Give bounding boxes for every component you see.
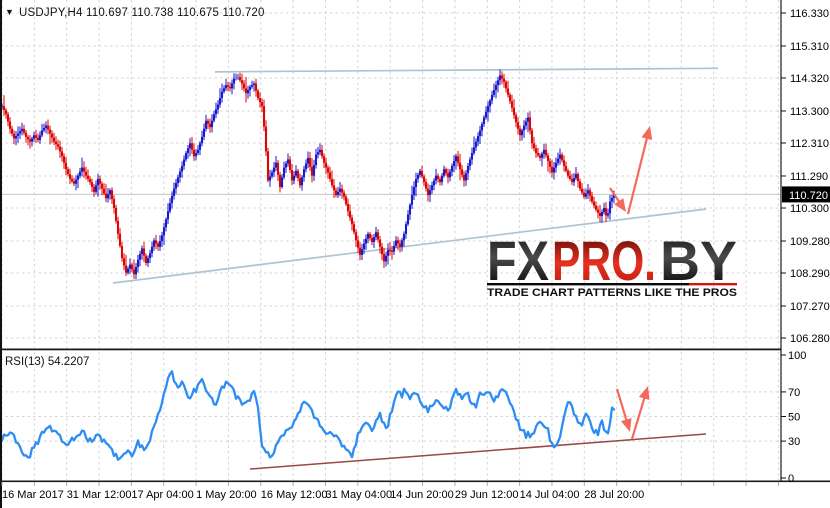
logo-underline-black bbox=[487, 283, 689, 286]
logo-fx-text: FX bbox=[487, 229, 549, 292]
price-axis[interactable]: 116.330 115.310 114.320 113.300 112.310 111.2… bbox=[781, 8, 830, 345]
rsi-indicator-label: RSI(13) 54.2207 bbox=[5, 356, 89, 368]
chart-window: FX PRO. BY TRADE CHART PATTERNS LIKE THE… bbox=[0, 0, 830, 508]
chart-title-ohlc: USDJPY,H4 110.697 110.738 110.675 110.72… bbox=[19, 7, 265, 19]
y-axis-label: 112.310 bbox=[790, 138, 829, 150]
x-axis-label: 17 Apr 04:00 bbox=[131, 489, 193, 501]
x-axis-label: 16 Mar 2017 bbox=[2, 489, 64, 501]
y-axis-label: 113.300 bbox=[790, 106, 829, 118]
chart-canvas[interactable]: FX PRO. BY TRADE CHART PATTERNS LIKE THE… bbox=[0, 0, 830, 508]
x-axis-label: 14 Jun 20:00 bbox=[390, 489, 454, 501]
rsi-series bbox=[0, 370, 616, 461]
logo-pro-text: PRO. bbox=[552, 229, 656, 292]
rsi-axis-label: 70 bbox=[788, 387, 800, 399]
x-axis-label: 16 May 12:00 bbox=[261, 489, 328, 501]
rsi-axis[interactable]: 100 70 50 30 0 bbox=[781, 350, 806, 485]
rsi-axis-label: 0 bbox=[788, 473, 794, 485]
symbol-dropdown-icon[interactable]: ▼ bbox=[5, 7, 14, 17]
x-axis-label: 1 May 20:00 bbox=[196, 489, 257, 501]
rsi-axis-label: 100 bbox=[788, 350, 806, 362]
x-axis-label: 28 Jul 20:00 bbox=[584, 489, 644, 501]
y-axis-label: 109.280 bbox=[790, 236, 830, 248]
x-axis-label: 14 Jul 04:00 bbox=[520, 489, 580, 501]
rsi-axis-label: 50 bbox=[788, 412, 800, 424]
y-axis-label: 116.330 bbox=[790, 8, 829, 20]
x-axis-label: 31 May 04:00 bbox=[326, 489, 393, 501]
rsi-axis-label: 30 bbox=[788, 436, 800, 448]
x-axis-label: 31 Mar 12:00 bbox=[67, 489, 132, 501]
panel-divider bbox=[0, 348, 781, 351]
y-axis-label: 106.280 bbox=[790, 333, 830, 345]
logo-tagline: TRADE CHART PATTERNS LIKE THE PROS bbox=[487, 287, 737, 299]
bottom-axis-border bbox=[0, 480, 830, 483]
y-axis-label: 111.290 bbox=[790, 171, 828, 183]
y-axis-label: 108.290 bbox=[790, 268, 830, 280]
logo-by-text: BY bbox=[660, 229, 737, 292]
x-axis-label: 29 Jun 12:00 bbox=[455, 489, 519, 501]
y-axis-label: 107.270 bbox=[790, 301, 830, 313]
time-axis[interactable]: 16 Mar 2017 31 Mar 12:00 17 Apr 04:00 1 May… bbox=[1, 482, 779, 501]
y-axis-label: 115.310 bbox=[790, 41, 829, 53]
y-axis-label: 110.300 bbox=[790, 203, 829, 215]
left-border bbox=[0, 0, 2, 508]
y-axis-label: 114.320 bbox=[790, 73, 829, 85]
watermark-logo: FX PRO. BY TRADE CHART PATTERNS LIKE THE… bbox=[487, 229, 737, 299]
current-price-label: 110.720 bbox=[789, 190, 828, 202]
logo-underline-red bbox=[689, 283, 737, 286]
